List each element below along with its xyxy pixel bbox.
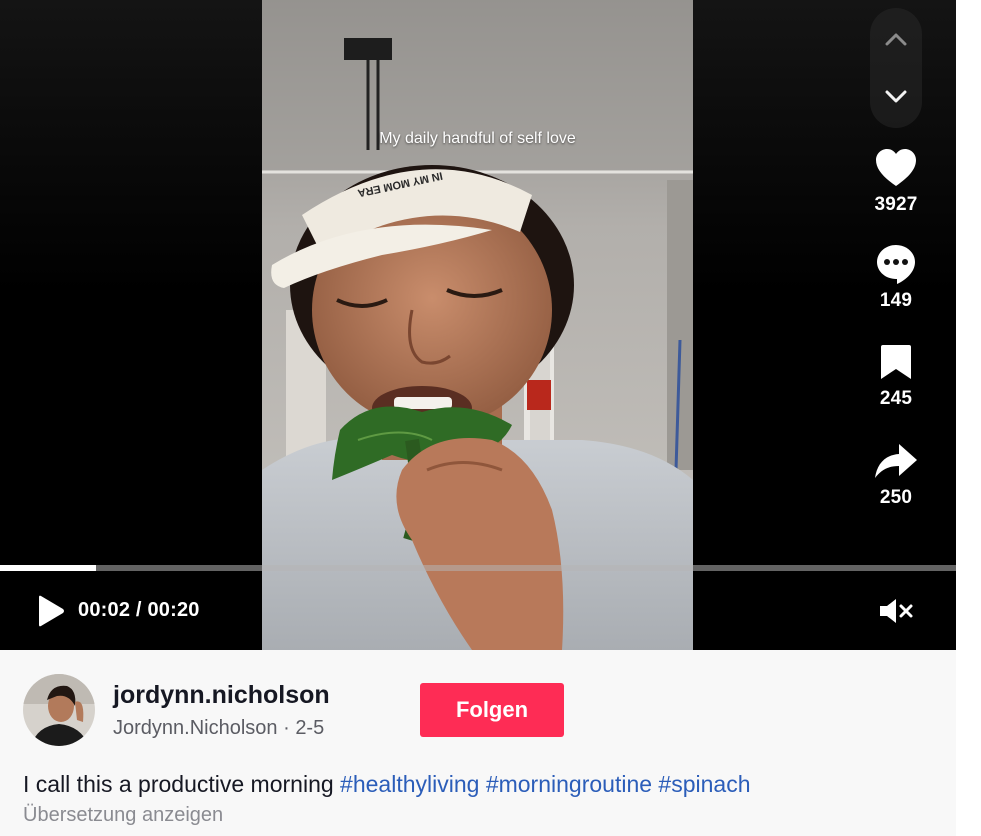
like-action: 3927: [856, 144, 936, 216]
next-video-button[interactable]: [870, 72, 922, 122]
previous-video-button[interactable]: [870, 14, 922, 64]
subline-separator: ·: [277, 717, 296, 739]
video-controls: 00:02 / 00:20: [0, 585, 956, 635]
share-icon: [875, 444, 917, 478]
comment-action: 149: [856, 240, 936, 312]
comment-icon: [877, 245, 915, 284]
heart-icon: [876, 149, 916, 186]
like-button[interactable]: [872, 144, 920, 192]
video-description: I call this a productive morning #health…: [23, 771, 751, 798]
hashtag-link[interactable]: #spinach: [658, 771, 750, 797]
save-action: 245: [856, 338, 936, 410]
hashtag-link[interactable]: #morningroutine: [486, 771, 652, 797]
description-text: I call this a productive morning: [23, 771, 334, 797]
video-still: [262, 0, 693, 650]
author-username[interactable]: jordynn.nicholson: [113, 681, 330, 710]
volume-muted-icon: [880, 599, 913, 623]
video-progress-fill: [0, 565, 96, 571]
mute-button[interactable]: [874, 593, 918, 629]
time-display: 00:02 / 00:20: [78, 599, 200, 622]
comment-button[interactable]: [872, 240, 920, 288]
save-button[interactable]: [872, 338, 920, 386]
play-icon: [39, 595, 64, 627]
video-navigation: [870, 8, 922, 128]
author-display-name[interactable]: Jordynn.Nicholson: [113, 717, 278, 739]
save-count: 245: [879, 388, 913, 409]
follow-button[interactable]: Folgen: [420, 683, 564, 737]
show-translation-link[interactable]: Übersetzung anzeigen: [23, 804, 223, 827]
video-player[interactable]: IN MY MOM ERA My daily handful of self l…: [0, 0, 956, 650]
video-progress-bar[interactable]: [0, 565, 956, 571]
author-subline: Jordynn.Nicholson · 2-5: [113, 717, 324, 740]
bookmark-icon: [881, 345, 911, 379]
time-separator: /: [130, 599, 148, 621]
hashtag-link[interactable]: #healthyliving: [340, 771, 479, 797]
post-date: 2-5: [295, 717, 325, 739]
video-frame[interactable]: IN MY MOM ERA My daily handful of self l…: [262, 0, 693, 650]
video-info: jordynn.nicholson Jordynn.Nicholson · 2-…: [0, 650, 956, 836]
share-button[interactable]: [872, 437, 920, 485]
share-count: 250: [879, 487, 913, 508]
time-current: 00:02: [78, 599, 131, 621]
play-button[interactable]: [30, 591, 70, 631]
time-total: 00:20: [147, 599, 200, 621]
comment-count: 149: [879, 290, 913, 311]
avatar-image: [23, 674, 95, 746]
page: IN MY MOM ERA My daily handful of self l…: [0, 0, 981, 836]
avatar[interactable]: [23, 674, 95, 746]
chevron-up-icon: [885, 33, 907, 46]
share-action: 250: [856, 437, 936, 509]
like-count: 3927: [874, 194, 918, 215]
chevron-down-icon: [885, 90, 907, 103]
